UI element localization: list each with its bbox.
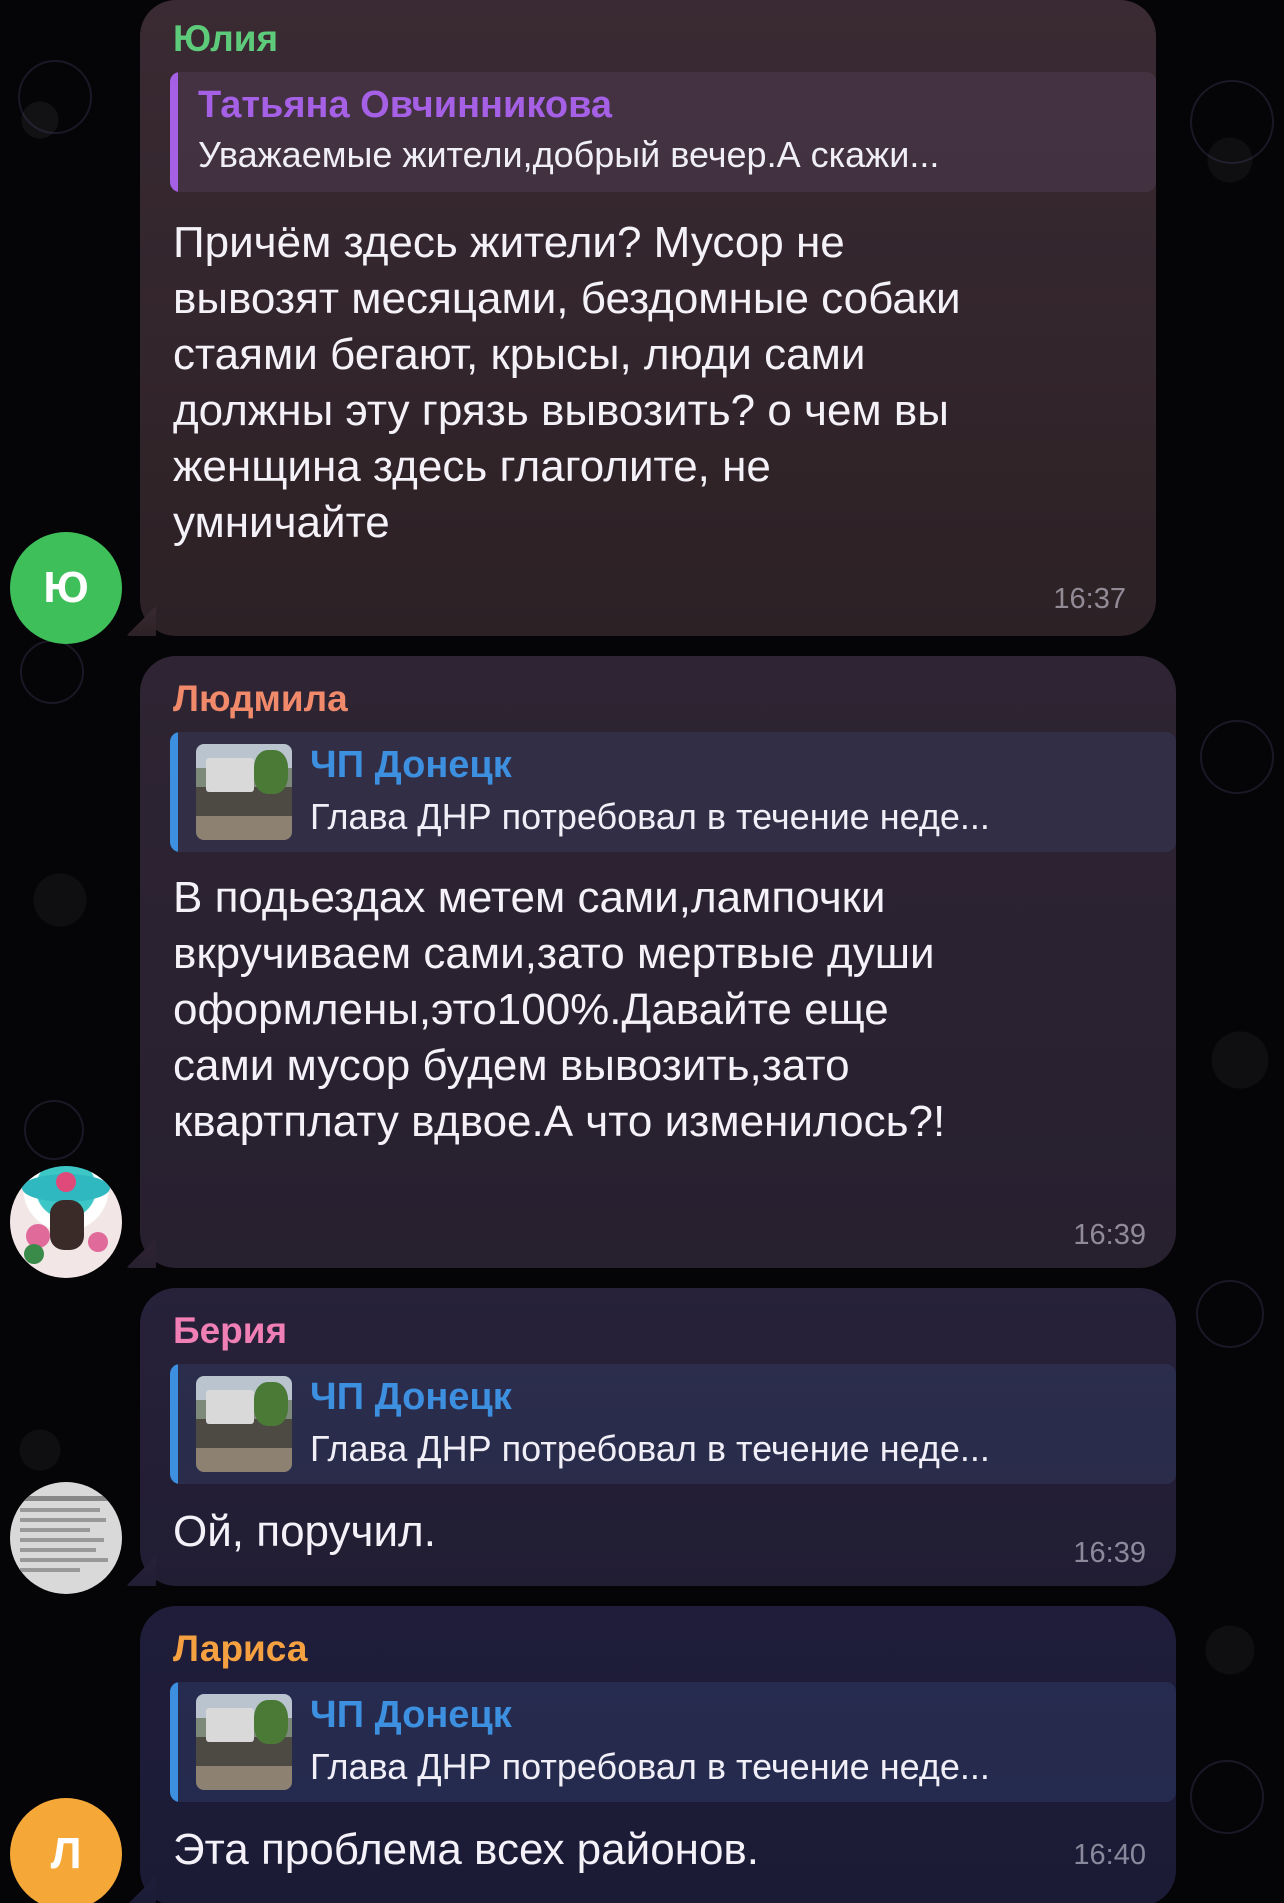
bubble-tail [126, 1556, 156, 1586]
doodle-pattern [1190, 1760, 1264, 1834]
message-bubble[interactable]: Лариса ЧП Донецк Глава ДНР потребовал в … [126, 1606, 1176, 1903]
reply-channel: ЧП Донецк [310, 744, 512, 786]
avatar-initial: Л [50, 1829, 82, 1878]
reply-channel: ЧП Донецк [310, 1376, 512, 1418]
reply-thumbnail [196, 1376, 292, 1472]
reply-accent-bar [170, 732, 178, 852]
avatar-image [20, 1496, 112, 1572]
reply-snippet: Глава ДНР потребовал в течение неде... [310, 796, 990, 837]
reply-channel: ЧП Донецк [310, 1694, 512, 1736]
reply-preview[interactable]: Татьяна Овчинникова Уважаемые жители,доб… [170, 72, 1156, 192]
reply-preview[interactable]: ЧП Донецк Глава ДНР потребовал в течение… [170, 732, 1176, 852]
reply-accent-bar [170, 72, 178, 192]
avatar-image [22, 1172, 110, 1264]
reply-accent-bar [170, 1682, 178, 1802]
bubble-tail [126, 606, 156, 636]
bubble-tail [126, 1238, 156, 1268]
reply-thumbnail [196, 744, 292, 840]
bubble-tail [126, 1876, 156, 1903]
message-bubble[interactable]: Берия ЧП Донецк Глава ДНР потребовал в т… [126, 1288, 1176, 1586]
reply-preview[interactable]: ЧП Донецк Глава ДНР потребовал в течение… [170, 1364, 1176, 1484]
reply-author: Татьяна Овчинникова [198, 84, 613, 126]
reply-snippet: Глава ДНР потребовал в течение неде... [310, 1428, 990, 1469]
doodle-pattern [18, 60, 92, 134]
doodle-pattern [20, 640, 84, 704]
message-bubble[interactable]: Юлия Татьяна Овчинникова Уважаемые жител… [126, 0, 1156, 636]
avatar[interactable] [10, 1482, 122, 1594]
doodle-pattern [1190, 80, 1274, 164]
message-time: 16:37 [1053, 583, 1126, 615]
message-text: Эта проблема всех районов. [173, 1825, 760, 1874]
sender-name[interactable]: Лариса [173, 1628, 307, 1670]
doodle-pattern [1196, 1280, 1264, 1348]
sender-name[interactable]: Людмила [173, 678, 348, 720]
message-text: Ой, поручил. [173, 1507, 436, 1556]
doodle-pattern [24, 1100, 84, 1160]
reply-preview[interactable]: ЧП Донецк Глава ДНР потребовал в течение… [170, 1682, 1176, 1802]
message-text: В подьездах метем сами,лампочки вкручива… [173, 873, 946, 1146]
reply-snippet: Уважаемые жители,добрый вечер.А скажи... [198, 134, 940, 175]
avatar[interactable]: Ю [10, 532, 122, 644]
message-bubble[interactable]: Людмила ЧП Донецк Глава ДНР потребовал в… [126, 656, 1176, 1268]
sender-name[interactable]: Берия [173, 1310, 287, 1352]
reply-accent-bar [170, 1364, 178, 1484]
message-text: Причём здесь жители? Мусор не вывозят ме… [173, 218, 961, 547]
avatar[interactable]: Л [10, 1798, 122, 1903]
message-time: 16:39 [1073, 1219, 1146, 1251]
avatar-initial: Ю [43, 563, 89, 612]
reply-snippet: Глава ДНР потребовал в течение неде... [310, 1746, 990, 1787]
avatar[interactable] [10, 1166, 122, 1278]
message-time: 16:40 [1073, 1839, 1146, 1871]
doodle-pattern [1200, 720, 1274, 794]
sender-name[interactable]: Юлия [173, 18, 278, 60]
chat-background: Юлия Татьяна Овчинникова Уважаемые жител… [0, 0, 1284, 1903]
reply-thumbnail [196, 1694, 292, 1790]
message-time: 16:39 [1073, 1537, 1146, 1569]
